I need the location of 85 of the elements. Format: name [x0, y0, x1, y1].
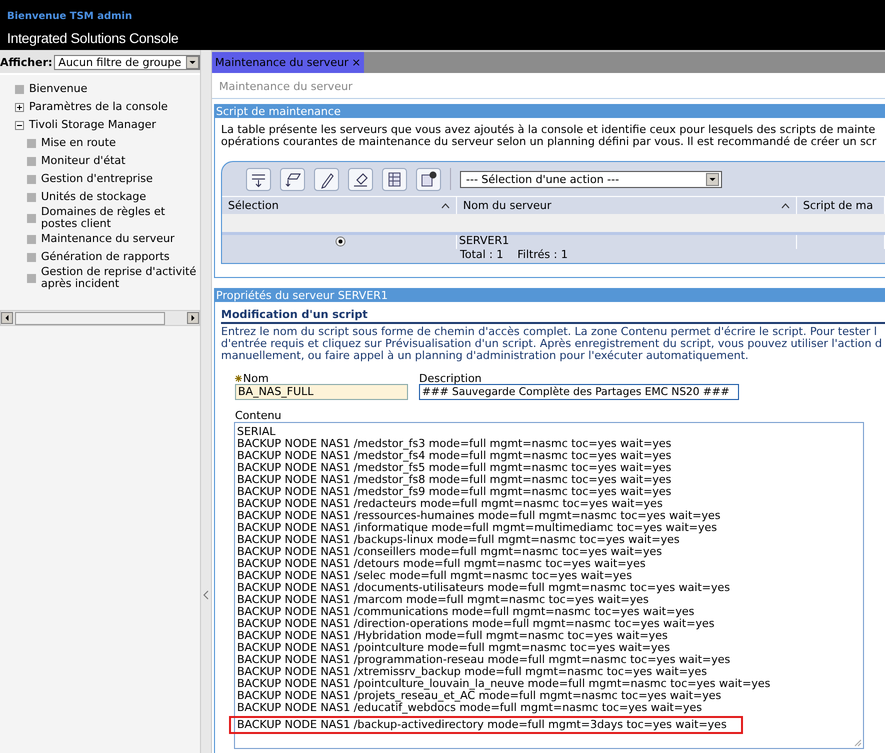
- filter-label: Afficher:: [0, 56, 54, 68]
- script-line: BACKUP NODE NAS1 /medstor_fs4 mode=full mgmt=nasmc toc=yes wait=yes: [236, 450, 672, 462]
- name-field[interactable]: BA_NAS_FULL: [235, 384, 408, 400]
- collapse-panel-icon[interactable]: [203, 590, 209, 600]
- description-text: La table présente les serveurs que vous avez ajoutés à la console et identifie ceux pour lesquels des scripts de mainte: [221, 124, 876, 136]
- scroll-left-icon[interactable]: [1, 312, 13, 324]
- radio-button[interactable]: [335, 236, 346, 247]
- script-line: BACKUP NODE NAS1 /documents-utilisateurs mode=full mgmt=nasmc toc=yes wait=yes: [236, 582, 730, 594]
- toolbar-icon[interactable]: [348, 168, 373, 190]
- script-line: BACKUP NODE NAS1 /communications mode=full mgmt=nasmc toc=yes wait=yes: [236, 606, 694, 618]
- nav-item[interactable]: Unités de stockage: [41, 191, 146, 203]
- field-label: Contenu: [234, 408, 282, 422]
- description-text: d'entrée requis et cliquez sur Prévisualisation d'un script. Après enregistrement du script, vous pouvez utiliser l'action d: [221, 338, 879, 350]
- scroll-right-icon[interactable]: [187, 312, 199, 324]
- script-line: BACKUP NODE NAS1 /educatif_webdocs mode=full mgmt=nasmc toc=yes wait=yes: [236, 702, 702, 714]
- script-line: SERIAL: [236, 426, 276, 438]
- tab[interactable]: Maintenance du serveur ×: [212, 52, 364, 73]
- script-line: BACKUP NODE NAS1 /backups-linux mode=full mgmt=nasmc toc=yes wait=yes: [236, 534, 680, 546]
- nav-item[interactable]: Mise en route: [41, 137, 116, 149]
- script-line: BACKUP NODE NAS1 /programmation-reseau mode=full mgmt=nasmc toc=yes wait=yes: [236, 654, 730, 666]
- toolbar-icon[interactable]: [246, 168, 271, 190]
- square-bullet-icon: [27, 174, 36, 184]
- table-cell: SERVER1: [459, 234, 510, 247]
- square-bullet-icon: [27, 274, 36, 282]
- app-title: Integrated Solutions Console: [7, 29, 180, 46]
- script-line: BACKUP NODE NAS1 /medstor_fs8 mode=full mgmt=nasmc toc=yes wait=yes: [236, 474, 672, 486]
- filtered-count: Filtrés : 1: [517, 249, 568, 261]
- toolbar-icon[interactable]: [382, 168, 407, 190]
- close-tab-button[interactable]: ×: [348, 56, 361, 69]
- script-line: BACKUP NODE NAS1 /medstor_fs3 mode=full mgmt=nasmc toc=yes wait=yes: [236, 438, 672, 450]
- square-bullet-icon: [27, 234, 36, 244]
- sort-icon[interactable]: [441, 202, 450, 208]
- toolbar-icon[interactable]: [416, 168, 441, 190]
- nav-item[interactable]: Gestion de reprise d'activité après incident: [41, 266, 200, 290]
- action-select[interactable]: --- Sélection d'une action ---: [460, 170, 722, 188]
- toolbar-icon[interactable]: [314, 168, 339, 190]
- script-line: BACKUP NODE NAS1 /xtremissrv_backup mode=full mgmt=nasmc toc=yes wait=yes: [236, 666, 707, 678]
- script-line: BACKUP NODE NAS1 /direction-operations mode=full mgmt=nasmc toc=yes wait=yes: [236, 618, 714, 630]
- square-bullet-icon: [27, 214, 36, 222]
- toolbar-icon[interactable]: [280, 168, 305, 190]
- breadcrumb: Maintenance du serveur: [212, 73, 885, 99]
- field-label: Description: [419, 372, 482, 384]
- nav-item[interactable]: Génération de rapports: [41, 251, 170, 263]
- description-text: Entrez le nom du script sous forme de chemin d'accès complet. La zone Contenu permet d'écrire le script. Pour tester l: [221, 326, 878, 338]
- script-line: BACKUP NODE NAS1 /medstor_fs9 mode=full mgmt=nasmc toc=yes wait=yes: [236, 486, 672, 498]
- script-line: BACKUP NODE NAS1 /informatique mode=full mgmt=multimediamc toc=yes wait=yes: [236, 522, 717, 534]
- square-bullet-icon: [27, 192, 36, 202]
- section-header: Propriétés du serveur SERVER1: [215, 289, 885, 302]
- script-line: BACKUP NODE NAS1 /pointculture_louvain_la_neuve mode=full mgmt=nasmc toc=yes wait=yes: [236, 678, 770, 690]
- horizontal-scrollbar[interactable]: [0, 310, 200, 326]
- resize-grip-icon[interactable]: [852, 737, 862, 747]
- script-line: BACKUP NODE NAS1 /Hybridation mode=full mgmt=nasmc toc=yes wait=yes: [236, 630, 668, 642]
- sort-icon[interactable]: [781, 202, 790, 208]
- welcome-text: Bienvenue TSM admin: [7, 10, 134, 24]
- group-filter-select[interactable]: Aucun filtre de groupe: [54, 54, 200, 70]
- expand-icon[interactable]: [15, 102, 24, 112]
- form-subtitle: Modification d'un script: [221, 308, 885, 324]
- nav-item[interactable]: Domaines de règles et postes client: [41, 206, 200, 230]
- script-line: BACKUP NODE NAS1 /pointculture mode=full mgmt=nasmc toc=yes wait=yes: [236, 642, 670, 654]
- description-field[interactable]: ### Sauvegarde Complète des Partages EMC NS20 ###: [419, 384, 739, 400]
- description-text: opérations courantes de maintenance du serveur selon un planning défini par vous. Il est recommandé de créer un scr: [221, 136, 878, 148]
- square-bullet-icon: [27, 252, 36, 262]
- script-line: BACKUP NODE NAS1 /marcom mode=full mgmt=nasmc toc=yes wait=yes: [236, 594, 649, 606]
- nav-item[interactable]: Maintenance du serveur: [41, 233, 175, 245]
- square-bullet-icon: [27, 138, 36, 148]
- nav-item[interactable]: Paramètres de la console: [29, 101, 168, 113]
- field-label: Nom: [243, 372, 269, 384]
- nav-item[interactable]: Tivoli Storage Manager: [29, 119, 156, 131]
- description-text: manuellement, ou faire appel à un planning d'administration pour l'exécuter automatiquement.: [221, 350, 749, 362]
- script-line: BACKUP NODE NAS1 /redacteurs mode=full mgmt=nasmc toc=yes wait=yes: [236, 498, 663, 510]
- nav-item[interactable]: Bienvenue: [29, 83, 88, 95]
- square-bullet-icon: [15, 84, 24, 94]
- script-line: BACKUP NODE NAS1 /detours mode=full mgmt=nasmc toc=yes wait=yes: [236, 558, 646, 570]
- script-line: BACKUP NODE NAS1 /selec mode=full mgmt=nasmc toc=yes wait=yes: [236, 570, 632, 582]
- square-bullet-icon: [27, 156, 36, 166]
- collapse-icon[interactable]: [15, 120, 24, 130]
- section-header: Script de maintenance: [215, 105, 885, 118]
- script-line: BACKUP NODE NAS1 /medstor_fs5 mode=full mgmt=nasmc toc=yes wait=yes: [236, 462, 672, 474]
- nav-item[interactable]: Moniteur d'état: [41, 155, 126, 167]
- script-line: BACKUP NODE NAS1 /ressources-humaines mode=full mgmt=nasmc toc=yes wait=yes: [236, 510, 720, 522]
- nav-item[interactable]: Gestion d'entreprise: [41, 173, 153, 185]
- total-count: Total : 1: [460, 249, 504, 261]
- script-line: BACKUP NODE NAS1 /projets_reseau_et_AC mode=full mgmt=nasmc toc=yes wait=yes: [236, 690, 722, 702]
- script-line: BACKUP NODE NAS1 /conseillers mode=full mgmt=nasmc toc=yes wait=yes: [236, 546, 662, 558]
- scroll-thumb[interactable]: [15, 312, 165, 324]
